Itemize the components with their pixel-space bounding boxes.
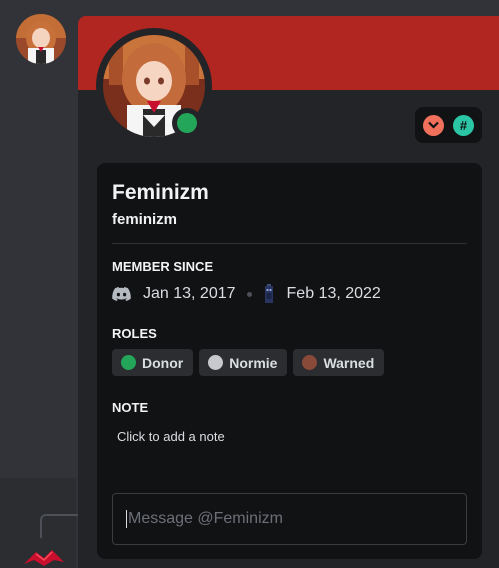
separator-dot — [246, 291, 252, 297]
roles-heading: ROLES — [112, 326, 157, 341]
role-color-dot — [302, 355, 318, 370]
profile-badges: # — [415, 107, 482, 143]
user-avatar-small[interactable] — [16, 14, 66, 64]
role-label: Normie — [229, 354, 278, 371]
chevron-down-badge-icon[interactable] — [423, 114, 444, 136]
note-input[interactable]: Click to add a note — [117, 429, 467, 444]
user-profile-popout: # Feminizm feminizm MEMBER SINCE Jan 13,… — [78, 16, 499, 568]
role-color-dot — [208, 355, 224, 370]
member-since-heading: MEMBER SINCE — [112, 259, 214, 274]
discord-join-date: Jan 13, 2017 — [143, 285, 236, 302]
role-label: Warned — [323, 354, 375, 371]
message-input[interactable] — [128, 510, 466, 528]
online-status-indicator — [172, 108, 202, 138]
hashtag-badge-icon[interactable]: # — [453, 114, 474, 136]
profile-info-card: Feminizm feminizm MEMBER SINCE Jan 13, 2… — [97, 163, 482, 559]
message-input-box[interactable] — [112, 493, 467, 545]
note-heading: NOTE — [112, 400, 149, 415]
username: feminizm — [112, 211, 178, 228]
role-donor[interactable]: Donor — [112, 349, 194, 376]
role-label: Donor — [142, 354, 184, 371]
roles-list: Donor Normie Warned — [112, 349, 467, 376]
avatar-image — [16, 14, 66, 64]
divider — [112, 243, 467, 244]
server-icon — [264, 284, 273, 303]
server-join-date: Feb 13, 2022 — [286, 285, 381, 302]
background-frame — [40, 514, 80, 538]
text-caret — [126, 510, 127, 528]
discord-icon — [112, 287, 131, 301]
status-dot — [177, 113, 197, 133]
role-normie[interactable]: Normie — [199, 349, 288, 376]
server-emblem-icon — [24, 550, 64, 566]
display-name: Feminizm — [112, 181, 209, 204]
role-color-dot — [121, 355, 136, 370]
member-since-row: Jan 13, 2017 Feb 13, 2022 — [112, 284, 467, 304]
role-warned[interactable]: Warned — [293, 349, 385, 376]
